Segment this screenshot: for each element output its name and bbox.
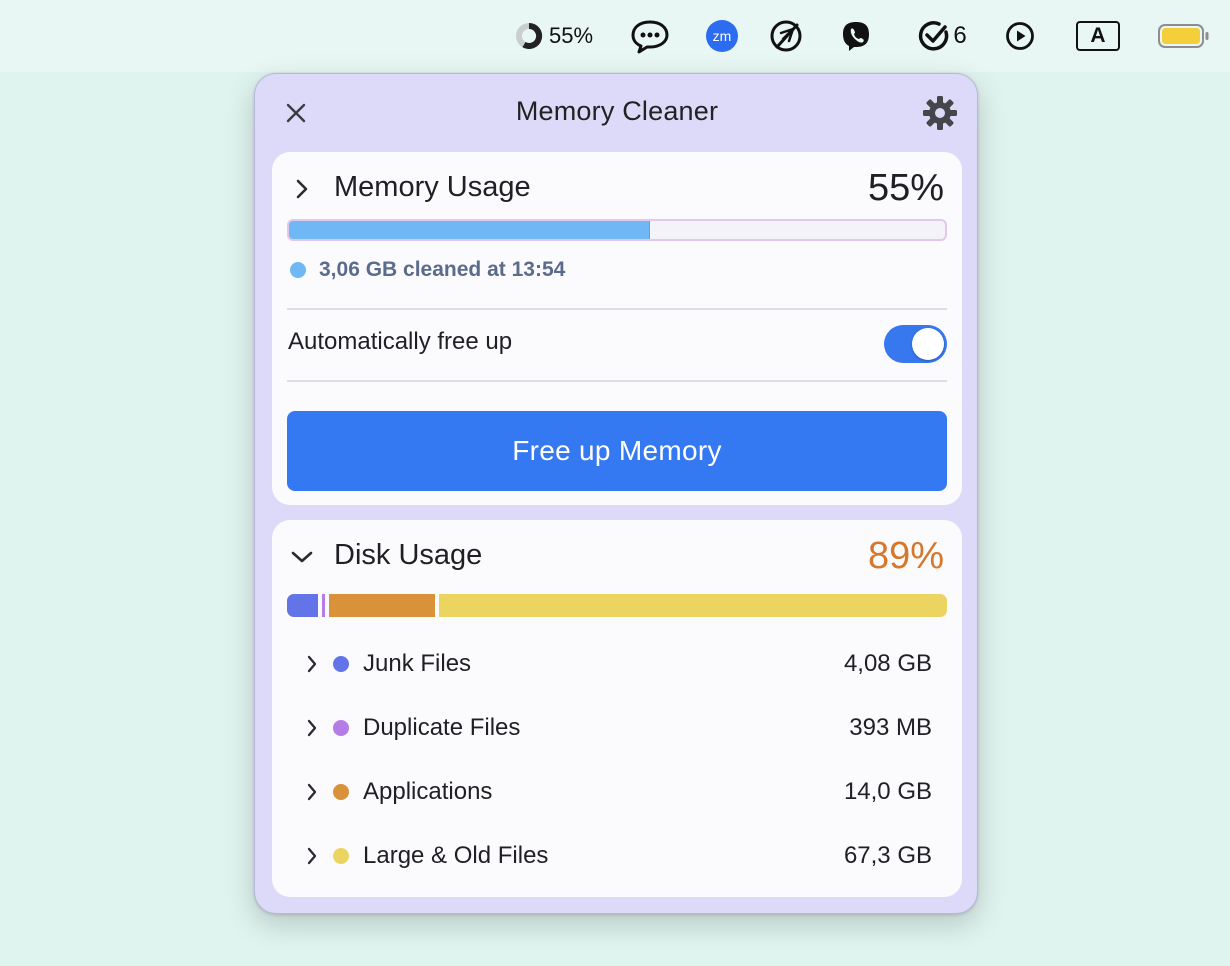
menubar-memory-percent: 55% [548, 23, 594, 48]
cleaned-status: 3,06 GB cleaned at 13:54 [290, 256, 565, 284]
popover-title: Memory Cleaner [515, 96, 719, 126]
category-size: 67,3 GB [843, 842, 932, 869]
category-color-dot [333, 848, 349, 864]
toggle-knob [912, 328, 944, 360]
input-source-item[interactable]: A [1075, 16, 1121, 56]
category-label: Large & Old Files [363, 842, 549, 869]
memory-usage-card: Memory Usage 55% 3,06 GB cleaned at 13:5… [272, 152, 962, 505]
tasks-status-item[interactable]: 6 [912, 16, 972, 56]
cleaned-dot-icon [290, 262, 306, 278]
input-source-label: A [1076, 21, 1120, 51]
settings-button[interactable] [921, 94, 959, 132]
gear-icon [923, 96, 957, 130]
divider [287, 308, 947, 310]
disk-usage-percent: 89% [867, 535, 944, 577]
disk-usage-card: Disk Usage 89% Junk Files 4,08 GB Duplic… [272, 520, 962, 897]
disk-category-row[interactable]: Duplicate Files 393 MB [302, 708, 932, 748]
chevron-right-icon [302, 846, 322, 866]
viber-icon[interactable] [838, 16, 874, 56]
cleaned-text: 3,06 GB cleaned at 13:54 [319, 258, 566, 281]
zoom-label: zm [713, 28, 732, 44]
memory-usage-percent: 55% [867, 167, 944, 209]
category-label: Applications [363, 778, 493, 805]
divider [287, 380, 947, 382]
memory-cleaner-popover: Memory Cleaner Memory Usage 55% 3,06 GB … [254, 73, 978, 914]
category-size: 4,08 GB [843, 650, 932, 677]
check-circle-icon [919, 21, 949, 51]
play-circle-icon[interactable] [1004, 16, 1036, 56]
memory-status-item[interactable]: 55% [510, 16, 598, 56]
chevron-right-icon [302, 718, 322, 738]
auto-free-label: Automatically free up [288, 328, 513, 355]
disk-bar-segment [328, 594, 435, 617]
memory-expand-button[interactable] [290, 177, 314, 201]
disk-bar-segment [287, 594, 318, 617]
category-color-dot [333, 784, 349, 800]
disk-category-row[interactable]: Large & Old Files 67,3 GB [302, 836, 932, 876]
memory-ring-icon [515, 22, 543, 49]
category-size: 393 MB [849, 714, 932, 741]
menu-bar: 55% zm 6 A [0, 0, 1230, 72]
category-label: Duplicate Files [363, 714, 521, 741]
tasks-count: 6 [953, 22, 967, 49]
category-color-dot [333, 720, 349, 736]
category-size: 14,0 GB [843, 778, 932, 805]
zoom-app-icon[interactable]: zm [704, 16, 740, 56]
disk-usage-bar [287, 594, 947, 617]
chevron-down-icon [291, 551, 313, 563]
auto-free-toggle[interactable] [884, 325, 947, 363]
memory-usage-title: Memory Usage [334, 171, 531, 203]
disk-usage-title: Disk Usage [334, 539, 483, 571]
chevron-right-icon [296, 179, 308, 199]
disk-bar-segment [438, 594, 947, 617]
category-label: Junk Files [363, 650, 472, 677]
rocket-icon[interactable] [768, 16, 804, 56]
disk-collapse-button[interactable] [290, 545, 314, 569]
chevron-right-icon [302, 654, 322, 674]
disk-category-row[interactable]: Applications 14,0 GB [302, 772, 932, 812]
memory-usage-bar-fill [289, 221, 650, 239]
chevron-right-icon [302, 782, 322, 802]
memory-usage-bar [287, 219, 947, 241]
free-up-memory-button[interactable]: Free up Memory [287, 411, 947, 491]
category-color-dot [333, 656, 349, 672]
battery-icon[interactable] [1156, 16, 1212, 56]
disk-category-row[interactable]: Junk Files 4,08 GB [302, 644, 932, 684]
chat-bubble-icon[interactable] [628, 16, 672, 56]
